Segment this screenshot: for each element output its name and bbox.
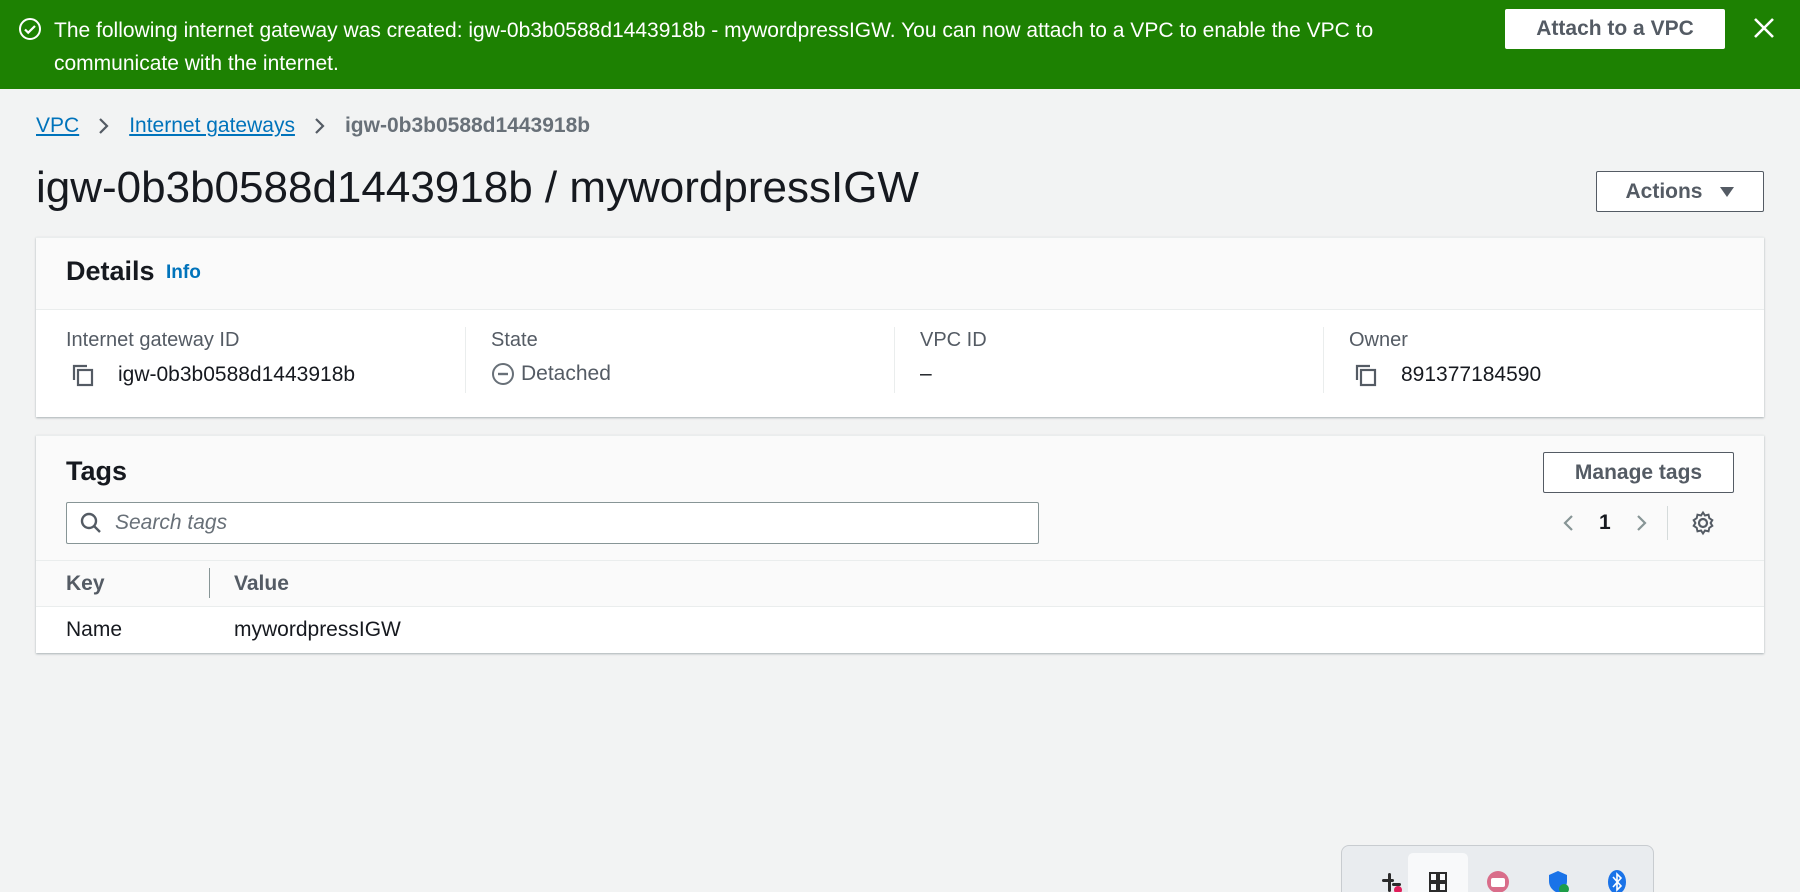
column-header-value[interactable]: Value bbox=[210, 561, 1764, 607]
state-field: State Detached bbox=[465, 327, 894, 393]
check-circle-icon bbox=[19, 18, 41, 40]
breadcrumb: VPC Internet gateways igw-0b3b0588d14439… bbox=[36, 114, 590, 138]
caret-down-icon bbox=[1719, 186, 1734, 197]
breadcrumb-vpc-link[interactable]: VPC bbox=[36, 114, 79, 138]
flash-message: The following internet gateway was creat… bbox=[54, 19, 1374, 75]
breadcrumb-internet-gateways-link[interactable]: Internet gateways bbox=[129, 114, 295, 138]
close-icon[interactable] bbox=[1750, 14, 1778, 42]
chevron-right-icon bbox=[99, 118, 109, 134]
details-header: Details Info bbox=[36, 238, 1764, 310]
tags-header: Tags Manage tags 1 bbox=[36, 436, 1764, 560]
breadcrumb-current: igw-0b3b0588d1443918b bbox=[344, 114, 591, 137]
search-tags-input[interactable] bbox=[115, 511, 1015, 535]
search-tags-field[interactable] bbox=[66, 502, 1039, 544]
actions-dropdown-button[interactable]: Actions bbox=[1596, 171, 1764, 212]
system-tray-overflow bbox=[1341, 845, 1654, 892]
info-link[interactable]: Info bbox=[166, 262, 201, 284]
field-label: Owner bbox=[1349, 329, 1408, 351]
gear-icon[interactable] bbox=[1690, 510, 1716, 536]
chevron-right-icon[interactable] bbox=[1635, 512, 1649, 534]
copy-icon[interactable] bbox=[70, 362, 96, 388]
field-value-row: Detached bbox=[491, 362, 894, 386]
divider bbox=[1666, 506, 1668, 540]
stopped-status-icon bbox=[492, 363, 514, 385]
actions-label: Actions bbox=[1625, 179, 1703, 203]
security-shield-icon[interactable] bbox=[1545, 869, 1571, 892]
internet-gateway-id-field: Internet gateway ID igw-0b3b0588d1443918… bbox=[36, 327, 465, 393]
details-heading: Details bbox=[66, 256, 155, 286]
page-title: igw-0b3b0588d1443918b / mywordpressIGW bbox=[36, 163, 919, 212]
tag-key-cell: Name bbox=[66, 617, 123, 641]
search-icon bbox=[80, 512, 101, 533]
copy-icon[interactable] bbox=[1353, 362, 1379, 388]
bluetooth-icon[interactable] bbox=[1604, 869, 1630, 892]
tags-heading: Tags bbox=[66, 456, 128, 486]
table-row: Name mywordpressIGW bbox=[36, 607, 1764, 653]
owner-field: Owner 891377184590 bbox=[1323, 327, 1752, 393]
slack-icon[interactable] bbox=[1378, 869, 1404, 892]
tag-value-cell: mywordpressIGW bbox=[234, 617, 401, 641]
owner-value: 891377184590 bbox=[1401, 363, 1542, 386]
field-label: State bbox=[491, 329, 538, 351]
field-value-row: igw-0b3b0588d1443918b bbox=[66, 362, 465, 388]
chevron-right-icon bbox=[315, 118, 325, 134]
attach-to-vpc-button[interactable]: Attach to a VPC bbox=[1505, 9, 1725, 49]
table-header-row: Key Value bbox=[36, 560, 1764, 607]
success-flash-banner: The following internet gateway was creat… bbox=[0, 0, 1800, 89]
details-panel: Details Info Internet gateway ID igw-0b3… bbox=[36, 237, 1764, 417]
field-label: Internet gateway ID bbox=[66, 329, 240, 351]
state-value: Detached bbox=[521, 362, 611, 385]
page-number[interactable]: 1 bbox=[1599, 511, 1611, 535]
tags-panel: Tags Manage tags 1 Key Value Name bbox=[36, 435, 1764, 653]
field-value-row: 891377184590 bbox=[1349, 362, 1752, 388]
manage-tags-button[interactable]: Manage tags bbox=[1543, 452, 1734, 493]
field-value-row: – bbox=[920, 362, 1323, 386]
tags-table: Key Value Name mywordpressIGW bbox=[36, 560, 1764, 653]
pagination: 1 bbox=[1561, 502, 1716, 544]
vpc-id-field: VPC ID – bbox=[894, 327, 1323, 393]
app-grid-icon[interactable] bbox=[1425, 869, 1451, 892]
chevron-left-icon[interactable] bbox=[1561, 512, 1575, 534]
meeting-app-icon[interactable] bbox=[1485, 869, 1511, 892]
field-label: VPC ID bbox=[920, 329, 987, 351]
column-header-key[interactable]: Key bbox=[36, 561, 210, 607]
internet-gateway-id-value: igw-0b3b0588d1443918b bbox=[118, 363, 356, 386]
vpc-id-value: – bbox=[920, 362, 932, 385]
